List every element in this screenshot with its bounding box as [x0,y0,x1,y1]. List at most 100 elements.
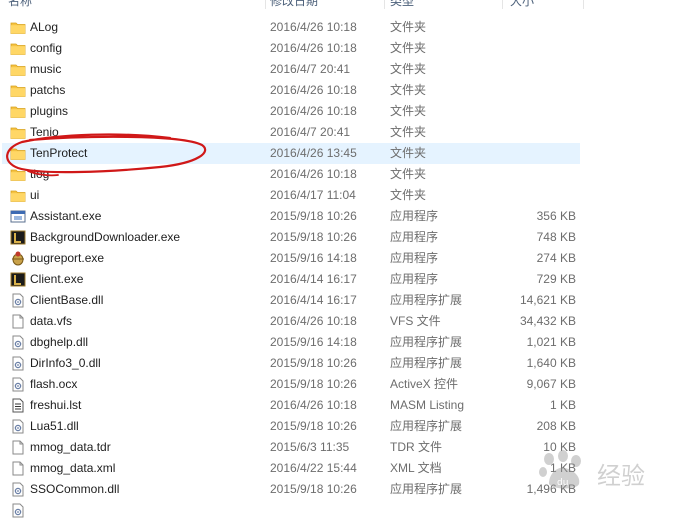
file-size: 1 KB [549,398,576,412]
file-row[interactable]: bugreport.exe 2015/9/16 14:18 应用程序 274 KB [0,248,590,269]
file-type: 应用程序 [390,251,439,265]
file-type: MASM Listing [390,398,465,412]
watermark-text: 经验 [597,462,645,490]
file-type: 文件夹 [390,20,427,34]
file-row[interactable]: tlog 2016/4/26 10:18 文件夹 [0,164,590,185]
file-modified-date: 2015/9/18 10:26 [270,377,357,391]
column-divider[interactable] [384,0,385,9]
file-size [470,38,576,59]
file-row[interactable]: Assistant.exe 2015/9/18 10:26 应用程序 356 KB [0,206,590,227]
file-row[interactable]: DirInfo3_0.dll 2015/9/18 10:26 应用程序扩展 1,640… [0,353,590,374]
assistant-app-icon [10,209,26,224]
dll-icon [10,482,26,497]
column-divider[interactable] [265,0,266,9]
file-modified-date: 2016/4/17 11:04 [270,188,356,202]
file-size [470,185,576,206]
file-modified-date: 2016/4/22 15:44 [270,461,357,475]
file-type: 文件夹 [390,146,427,160]
file-modified-date: 2015/9/16 14:18 [270,335,357,349]
file-name: config [30,41,63,55]
file-row-selected[interactable]: TenProtect 2016/4/26 13:45 文件夹 [0,143,590,164]
file-size: 356 KB [536,209,576,223]
file-row[interactable]: ClientBase.dll 2016/4/14 16:17 应用程序扩展 14,62… [0,290,590,311]
file-type: 应用程序扩展 [390,419,463,433]
folder-icon [10,62,26,77]
file-name: Client.exe [30,272,84,286]
column-divider[interactable] [502,0,503,9]
file-modified-date: 2016/4/26 10:18 [270,20,357,34]
file-size [470,500,576,521]
file-row[interactable]: ui 2016/4/17 11:04 文件夹 [0,185,590,206]
column-name-header[interactable]: 名称 [8,0,32,9]
file-type: 文件夹 [390,125,427,139]
file-name: BackgroundDownloader.exe [30,230,181,244]
file-row[interactable]: data.vfs 2016/4/26 10:18 VFS 文件 34,432 KB [0,311,590,332]
file-modified-date: 2015/9/18 10:26 [270,230,357,244]
file-size [470,80,576,101]
column-date-header[interactable]: 修改日期 [270,0,318,9]
file-size: 1,640 KB [526,356,576,370]
file-modified-date: 2015/9/18 10:26 [270,482,357,496]
file-row[interactable]: SSOCommon.dll 2015/9/18 10:26 应用程序扩展 1,496 … [0,479,590,500]
file-size [470,143,576,164]
file-modified-date: 2015/9/18 10:26 [270,419,357,433]
file-name: dbghelp.dll [30,335,89,349]
file-row[interactable]: freshui.lst 2016/4/26 10:18 MASM Listing 1 … [0,395,590,416]
file-row[interactable]: plugins 2016/4/26 10:18 文件夹 [0,101,590,122]
file-type: XML 文档 [390,461,442,475]
blank-file-icon [10,461,26,476]
file-name: Assistant.exe [30,209,102,223]
file-row[interactable]: ALog 2016/4/26 10:18 文件夹 [0,17,590,38]
file-type: TDR 文件 [390,440,442,454]
blank-file-icon [10,440,26,455]
file-modified-date: 2016/4/26 10:18 [270,314,357,328]
file-modified-date: 2016/4/7 20:41 [270,125,351,139]
file-row[interactable]: BackgroundDownloader.exe 2015/9/18 10:26 应… [0,227,590,248]
file-row[interactable]: mmog_data.tdr 2015/6/3 11:35 TDR 文件 10 KB [0,437,590,458]
file-name: freshui.lst [30,398,82,412]
file-name: music [30,62,62,76]
file-size: 1,496 KB [526,482,576,496]
file-type: ActiveX 控件 [390,377,459,391]
file-row[interactable]: config 2016/4/26 10:18 文件夹 [0,38,590,59]
file-name: TenProtect [30,146,88,160]
file-row[interactable]: dbghelp.dll 2015/9/16 14:18 应用程序扩展 1,021 KB [0,332,590,353]
file-modified-date: 2016/4/14 16:17 [270,272,357,286]
folder-icon [10,167,26,182]
folder-icon [10,125,26,140]
file-modified-date: 2016/4/14 16:17 [270,293,357,307]
file-modified-date: 2016/4/7 20:41 [270,62,351,76]
file-modified-date: 2015/9/18 10:26 [270,209,357,223]
file-name: data.vfs [30,314,73,328]
dll-icon [10,293,26,308]
bug-icon [10,251,26,266]
file-row[interactable]: Client.exe 2016/4/14 16:17 应用程序 729 KB [0,269,590,290]
file-type: 应用程序 [390,272,439,286]
file-modified-date: 2016/4/26 13:45 [270,146,357,160]
file-size [470,122,576,143]
file-name: mmog_data.xml [30,461,116,475]
folder-icon [10,188,26,203]
file-size: 729 KB [536,272,576,286]
file-name: plugins [30,104,69,118]
file-modified-date: 2015/9/16 14:18 [270,251,357,265]
file-row[interactable]: mmog_data.xml 2016/4/22 15:44 XML 文档 1 KB [0,458,590,479]
file-row[interactable]: Tenio 2016/4/7 20:41 文件夹 [0,122,590,143]
file-name: ui [30,188,40,202]
file-row[interactable]: Lua51.dll 2015/9/18 10:26 应用程序扩展 208 KB [0,416,590,437]
file-row[interactable]: flash.ocx 2015/9/18 10:26 ActiveX 控件 9,067 … [0,374,590,395]
file-row[interactable]: patchs 2016/4/26 10:18 文件夹 [0,80,590,101]
file-name: flash.ocx [30,377,78,391]
file-row[interactable]: music 2016/4/7 20:41 文件夹 [0,59,590,80]
column-divider[interactable] [583,0,584,9]
file-name: tlog [30,167,50,181]
folder-icon [10,83,26,98]
file-size: 748 KB [536,230,576,244]
file-size [470,59,576,80]
folder-icon [10,146,26,161]
dll-icon [10,377,26,392]
file-row[interactable] [0,500,590,521]
file-type: 文件夹 [390,104,427,118]
column-type-header[interactable]: 类型 [390,0,414,9]
column-size-header[interactable]: 大小 [510,0,534,9]
